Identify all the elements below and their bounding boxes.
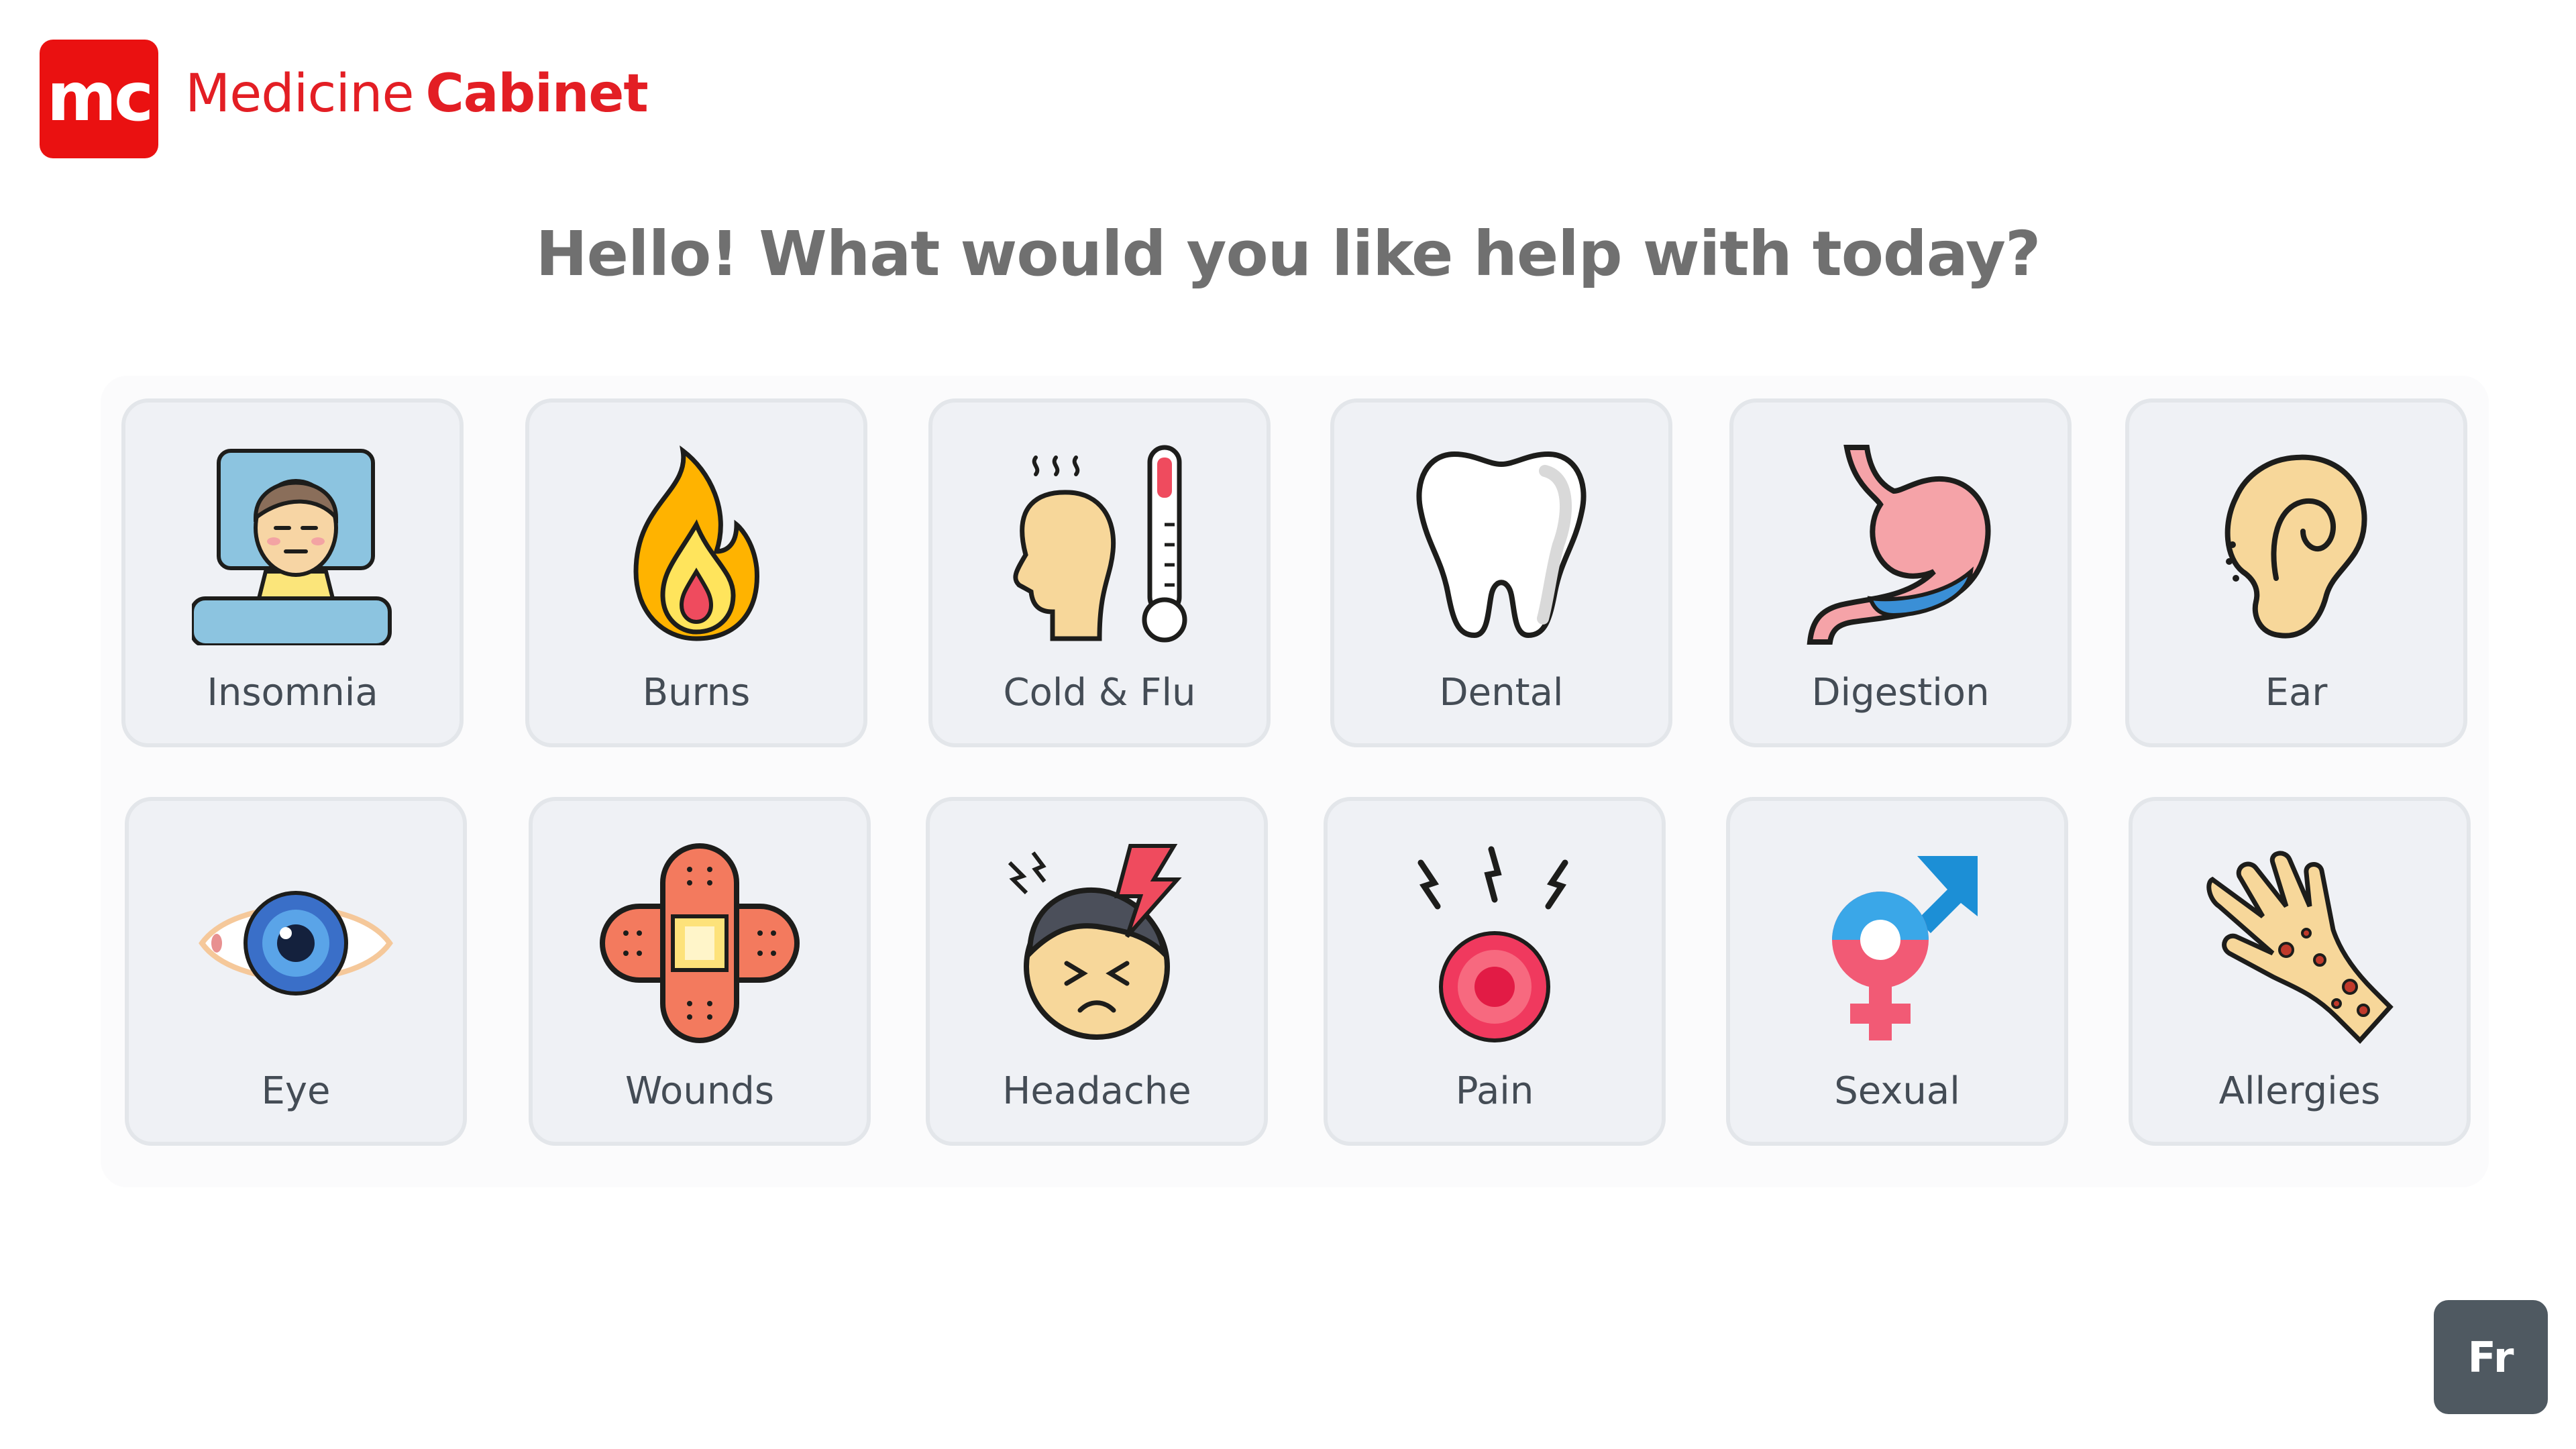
logo-mark: mc <box>46 58 154 136</box>
category-sexual[interactable]: Sexual <box>1726 797 2068 1146</box>
category-label: Wounds <box>625 1069 775 1113</box>
category-label: Eye <box>261 1069 331 1113</box>
category-label: Pain <box>1455 1069 1534 1113</box>
allergy-hand-icon <box>2199 843 2400 1044</box>
category-burns[interactable]: Burns <box>525 398 867 747</box>
category-label: Cold & Flu <box>1003 671 1196 714</box>
category-label: Insomnia <box>207 671 378 714</box>
category-eye[interactable]: Eye <box>125 797 467 1146</box>
page: mc Medicine Cabinet Hello! What would you… <box>0 0 2576 1449</box>
category-label: Headache <box>1002 1069 1191 1113</box>
category-digestion[interactable]: Digestion <box>1729 398 2072 747</box>
page-heading: Hello! What would you like help with tod… <box>535 218 2041 290</box>
category-dental[interactable]: Dental <box>1330 398 1672 747</box>
category-wounds[interactable]: Wounds <box>529 797 871 1146</box>
category-label: Burns <box>642 671 751 714</box>
insomnia-icon <box>192 444 393 645</box>
ear-icon <box>2196 444 2397 645</box>
brand-logo[interactable]: mc <box>40 40 158 158</box>
bandage-icon <box>599 843 800 1044</box>
category-ear[interactable]: Ear <box>2125 398 2467 747</box>
stomach-icon <box>1800 444 2001 645</box>
pain-target-icon <box>1394 843 1595 1044</box>
category-insomnia[interactable]: Insomnia <box>121 398 464 747</box>
brand-name-bold: Cabinet <box>425 64 648 124</box>
language-toggle-button[interactable]: Fr <box>2434 1300 2548 1414</box>
gender-symbol-icon <box>1796 843 1998 1044</box>
category-label: Sexual <box>1834 1069 1960 1113</box>
eye-icon <box>195 843 396 1044</box>
fire-icon <box>596 444 797 645</box>
category-label: Ear <box>2265 671 2328 714</box>
tooth-icon <box>1401 444 1602 645</box>
fever-thermometer-icon <box>999 444 1200 645</box>
headache-icon <box>996 843 1197 1044</box>
category-label: Dental <box>1439 671 1564 714</box>
category-label: Digestion <box>1811 671 1990 714</box>
brand-name-regular: Medicine <box>185 64 414 124</box>
category-pain[interactable]: Pain <box>1324 797 1666 1146</box>
category-cold-flu[interactable]: Cold & Flu <box>928 398 1271 747</box>
category-allergies[interactable]: Allergies <box>2129 797 2471 1146</box>
category-label: Allergies <box>2218 1069 2381 1113</box>
brand-name[interactable]: Medicine Cabinet <box>185 64 649 124</box>
category-headache[interactable]: Headache <box>926 797 1268 1146</box>
